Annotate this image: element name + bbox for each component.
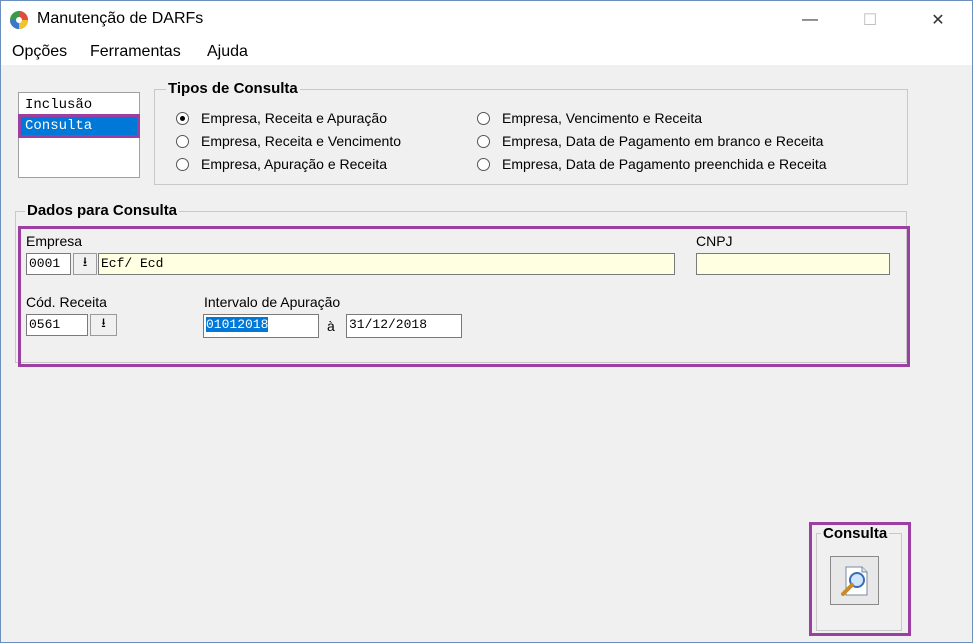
radio-label: Empresa, Apuração e Receita bbox=[201, 156, 387, 172]
empresa-dropdown-button[interactable]: ⭳ bbox=[73, 253, 97, 275]
radio-data-pagamento-branco[interactable]: Empresa, Data de Pagamento em branco e R… bbox=[477, 133, 823, 149]
radio-data-pagamento-preenchida[interactable]: Empresa, Data de Pagamento preenchida e … bbox=[477, 156, 827, 172]
menu-opcoes[interactable]: Opções bbox=[12, 43, 67, 61]
window-title: Manutenção de DARFs bbox=[37, 10, 204, 27]
date-separator: à bbox=[327, 318, 335, 334]
minimize-icon: — bbox=[802, 11, 818, 28]
radio-empresa-apuracao-receita[interactable]: Empresa, Apuração e Receita bbox=[176, 156, 387, 172]
empresa-name-field[interactable]: Ecf/ Ecd bbox=[98, 253, 675, 275]
minimize-button[interactable]: — bbox=[787, 1, 833, 39]
consulta-button[interactable] bbox=[830, 556, 879, 605]
maximize-icon: ☐ bbox=[862, 12, 878, 29]
date-from-value: 01012018 bbox=[206, 317, 269, 332]
close-button[interactable]: ✕ bbox=[915, 1, 961, 39]
dados-highlight-frame bbox=[18, 226, 910, 367]
radio-label: Empresa, Receita e Vencimento bbox=[201, 133, 401, 149]
radio-unchecked-icon bbox=[477, 134, 490, 148]
menu-bar: Opções Ferramentas Ajuda bbox=[1, 39, 972, 65]
radio-unchecked-icon bbox=[477, 157, 490, 171]
radio-checked-icon bbox=[176, 111, 189, 125]
radio-empresa-receita-apuracao[interactable]: Empresa, Receita e Apuração bbox=[176, 110, 387, 126]
menu-ferramentas[interactable]: Ferramentas bbox=[90, 43, 181, 61]
mode-list[interactable]: Inclusão Consulta bbox=[18, 92, 140, 178]
receita-dropdown-button[interactable]: ⭳ bbox=[90, 314, 117, 336]
consulta-title: Consulta bbox=[821, 525, 890, 542]
radio-unchecked-icon bbox=[477, 111, 490, 125]
radio-label: Empresa, Data de Pagamento em branco e R… bbox=[502, 133, 824, 149]
dropdown-arrow-icon: ⭳ bbox=[101, 315, 106, 330]
tipos-consulta-title: Tipos de Consulta bbox=[166, 80, 300, 97]
app-window: Manutenção de DARFs — ☐ ✕ Opções Ferrame… bbox=[0, 0, 973, 643]
cnpj-label: CNPJ bbox=[696, 233, 733, 249]
date-to-field[interactable]: 31/12/2018 bbox=[346, 314, 462, 338]
mode-item-consulta[interactable]: Consulta bbox=[18, 114, 140, 138]
cod-receita-label: Cód. Receita bbox=[26, 294, 107, 310]
app-icon bbox=[10, 11, 28, 29]
mode-item-inclusao[interactable]: Inclusão bbox=[21, 96, 137, 114]
cod-receita-field[interactable]: 0561 bbox=[26, 314, 88, 336]
menu-ajuda[interactable]: Ajuda bbox=[207, 43, 248, 61]
radio-unchecked-icon bbox=[176, 134, 189, 148]
radio-label: Empresa, Data de Pagamento preenchida e … bbox=[502, 156, 827, 172]
title-bar: Manutenção de DARFs — ☐ ✕ bbox=[1, 1, 972, 39]
radio-empresa-receita-vencimento[interactable]: Empresa, Receita e Vencimento bbox=[176, 133, 401, 149]
cnpj-field[interactable] bbox=[696, 253, 890, 275]
radio-label: Empresa, Receita e Apuração bbox=[201, 110, 387, 126]
radio-unchecked-icon bbox=[176, 157, 189, 171]
magnifier-icon bbox=[840, 566, 867, 596]
empresa-code-field[interactable]: 0001 bbox=[26, 253, 71, 275]
dados-consulta-title: Dados para Consulta bbox=[25, 202, 180, 219]
maximize-button[interactable]: ☐ bbox=[847, 1, 893, 39]
dropdown-arrow-icon: ⭳ bbox=[82, 254, 88, 269]
empresa-label: Empresa bbox=[26, 233, 83, 249]
intervalo-label: Intervalo de Apuração bbox=[204, 294, 341, 310]
radio-empresa-vencimento-receita[interactable]: Empresa, Vencimento e Receita bbox=[477, 110, 702, 126]
close-icon: ✕ bbox=[931, 12, 945, 29]
radio-label: Empresa, Vencimento e Receita bbox=[502, 110, 702, 126]
date-from-field[interactable]: 01012018 bbox=[203, 314, 319, 338]
